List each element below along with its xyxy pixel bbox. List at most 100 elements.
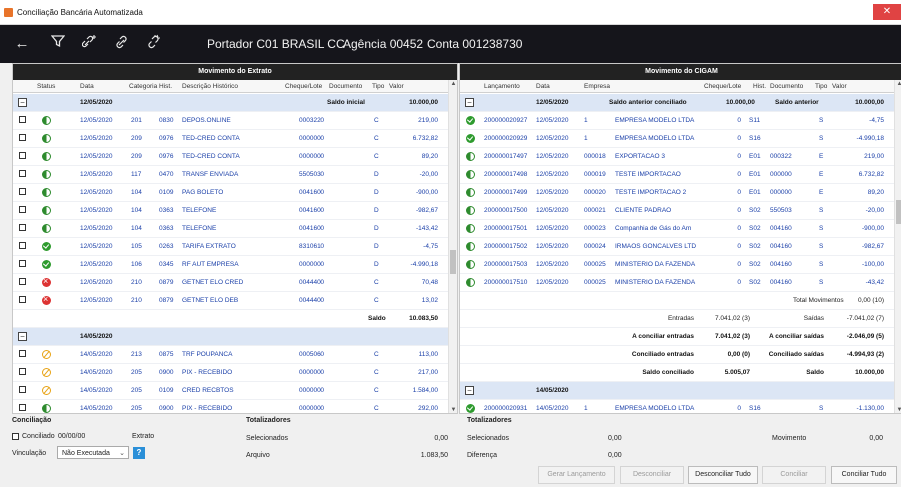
- close-button[interactable]: ✕: [873, 4, 901, 20]
- scroll-thumb[interactable]: [450, 250, 456, 274]
- conciliar-tudo-button[interactable]: Conciliar Tudo: [831, 466, 897, 484]
- row-checkbox[interactable]: [19, 296, 26, 303]
- col-valor[interactable]: Valor: [832, 83, 847, 90]
- col-empresa[interactable]: Empresa: [584, 83, 610, 90]
- scroll-up-icon[interactable]: ▲: [895, 80, 901, 89]
- row-checkbox[interactable]: [19, 170, 26, 177]
- table-row[interactable]: 14/05/2020 205 0900 PIX - RECEBIDO 0 000000 C 2…: [13, 364, 457, 382]
- scroll-down-icon[interactable]: ▼: [449, 406, 457, 413]
- vinculacao-select[interactable]: Não Executada ⌄: [57, 446, 129, 459]
- table-row[interactable]: 14/05/2020 205 0109 CRED RECBTOS 0 000000 C 1.5…: [13, 382, 457, 400]
- row-hist: S02: [749, 207, 761, 214]
- table-row[interactable]: 200000017499 12/05/2020 000020 TESTE IMPORT…: [460, 184, 901, 202]
- link-icon[interactable]: [112, 34, 132, 54]
- col-documento[interactable]: Documento: [329, 83, 362, 90]
- table-row[interactable]: 200000017500 12/05/2020 000021 CLIENTE PADR…: [460, 202, 901, 220]
- desconciliar-tudo-button[interactable]: Desconciliar Tudo: [688, 466, 758, 484]
- col-cheque[interactable]: Cheque/Lote: [285, 83, 322, 90]
- col-hist[interactable]: Hist.: [159, 83, 172, 90]
- row-documento: 004440: [299, 297, 321, 304]
- col-data[interactable]: Data: [536, 83, 550, 90]
- table-row[interactable]: 12/05/2020 201 0830 DEPOS.ONLINE 0 000322 C 219…: [13, 112, 457, 130]
- table-row[interactable]: 14/05/2020 213 0875 TRF POUPANCA 0 000506 C 113…: [13, 346, 457, 364]
- back-arrow-icon[interactable]: ←: [12, 34, 32, 54]
- table-row[interactable]: 12/05/20202100879GETNET ELO DEB0004440C1…: [13, 292, 457, 310]
- row-categoria: 205: [131, 369, 142, 376]
- table-row[interactable]: 14/05/2020 205 0900 PIX - RECEBIDO 0 000000 C 2…: [13, 400, 457, 413]
- table-row[interactable]: 12/05/2020 104 0363 TELEFONE 0 004160 D -143,42: [13, 220, 457, 238]
- col-tipo[interactable]: Tipo: [815, 83, 827, 90]
- collapse-toggle[interactable]: −: [465, 98, 474, 107]
- collapse-toggle[interactable]: −: [465, 386, 474, 395]
- col-valor[interactable]: Valor: [389, 83, 404, 90]
- table-row[interactable]: 12/05/20202100879GETNET ELO CRED0004440C…: [13, 274, 457, 292]
- table-row[interactable]: 200000020929 12/05/2020 1 EMPRESA MODELO LT…: [460, 130, 901, 148]
- col-status[interactable]: Status: [37, 83, 55, 90]
- row-checkbox[interactable]: [19, 260, 26, 267]
- col-descricao[interactable]: Descrição Histórico: [182, 83, 238, 90]
- table-row[interactable]: 12/05/2020 104 0363 TELEFONE 0 004160 D -982,67: [13, 202, 457, 220]
- entradas-saidas: Entradas 7.041,02 (3) Saídas -7.041,02 (7): [460, 310, 901, 328]
- table-row[interactable]: 200000017497 12/05/2020 000018 EXPORTACAO 3…: [460, 148, 901, 166]
- link-plus-icon[interactable]: [80, 34, 100, 54]
- row-checkbox[interactable]: [19, 386, 26, 393]
- table-row[interactable]: 200000020931 14/05/2020 1 EMPRESA MODELO LT…: [460, 400, 901, 413]
- row-valor: -982,67: [861, 243, 884, 250]
- row-checkbox[interactable]: [19, 206, 26, 213]
- date-group-row[interactable]: − 12/05/2020 Saldo anterior conciliado 10.0…: [460, 94, 901, 112]
- scroll-down-icon[interactable]: ▼: [895, 406, 901, 413]
- collapse-toggle[interactable]: −: [18, 98, 27, 107]
- row-checkbox[interactable]: [19, 134, 26, 141]
- date-group-row[interactable]: − 12/05/2020 Saldo inicial 10.000,00: [13, 94, 457, 112]
- row-documento: 000000: [299, 135, 321, 142]
- date-group-row[interactable]: − 14/05/2020: [13, 328, 457, 346]
- table-row[interactable]: 200000017502 12/05/2020 000024 IRMAOS GONCA…: [460, 238, 901, 256]
- scroll-thumb[interactable]: [896, 200, 901, 224]
- unlink-icon[interactable]: [144, 34, 164, 54]
- row-tipo: C: [374, 369, 379, 376]
- conciliado-checkbox[interactable]: [12, 433, 19, 440]
- conciliar-button[interactable]: Conciliar: [762, 466, 826, 484]
- row-checkbox[interactable]: [19, 242, 26, 249]
- col-documento[interactable]: Documento: [770, 83, 803, 90]
- window-title: Conciliação Bancária Automatizada: [17, 8, 143, 17]
- cigam-scrollbar[interactable]: ▲ ▼: [894, 80, 901, 413]
- table-row[interactable]: 12/05/2020 106 0345 RF AUT EMPRESA 0 000000 D -…: [13, 256, 457, 274]
- table-row[interactable]: 12/05/2020 117 0470 TRANSF ENVIADA 0 550503 D -…: [13, 166, 457, 184]
- scroll-up-icon[interactable]: ▲: [449, 80, 457, 89]
- row-tipo: S: [819, 135, 824, 142]
- extrato-scrollbar[interactable]: ▲ ▼: [448, 80, 457, 413]
- row-checkbox[interactable]: [19, 404, 26, 411]
- table-row[interactable]: 200000017501 12/05/2020 000023 Companhia de…: [460, 220, 901, 238]
- row-cheque: 0: [737, 243, 741, 250]
- table-row[interactable]: 200000017503 12/05/2020 000025 MINISTERIO D…: [460, 256, 901, 274]
- desconciliar-button[interactable]: Desconciliar: [620, 466, 684, 484]
- row-date: 14/05/2020: [80, 351, 113, 358]
- table-row[interactable]: 200000017498 12/05/2020 000019 TESTE IMPORT…: [460, 166, 901, 184]
- table-row[interactable]: 12/05/2020 209 0976 TED-CRED CONTA 0 000000 C 6…: [13, 130, 457, 148]
- check-circle-icon: [42, 242, 51, 251]
- collapse-toggle[interactable]: −: [18, 332, 27, 341]
- row-checkbox[interactable]: [19, 350, 26, 357]
- date-group-row[interactable]: − 14/05/2020: [460, 382, 901, 400]
- row-checkbox[interactable]: [19, 116, 26, 123]
- col-categoria[interactable]: Categoria: [129, 83, 157, 90]
- row-checkbox[interactable]: [19, 278, 26, 285]
- col-cheque[interactable]: Cheque/Lote: [704, 83, 741, 90]
- col-data[interactable]: Data: [80, 83, 94, 90]
- filter-icon[interactable]: [48, 34, 68, 54]
- col-lancamento[interactable]: Lançamento: [484, 83, 520, 90]
- row-checkbox[interactable]: [19, 368, 26, 375]
- table-row[interactable]: 200000020927 12/05/2020 1 EMPRESA MODELO LT…: [460, 112, 901, 130]
- col-hist[interactable]: Hist.: [753, 83, 766, 90]
- table-row[interactable]: 12/05/2020 104 0109 PAG BOLETO 0 004160 D -900,…: [13, 184, 457, 202]
- col-tipo[interactable]: Tipo: [372, 83, 384, 90]
- row-checkbox[interactable]: [19, 224, 26, 231]
- table-row[interactable]: 12/05/2020 209 0976 TED-CRED CONTA 0 000000 C 8…: [13, 148, 457, 166]
- help-icon[interactable]: ?: [133, 447, 145, 459]
- row-checkbox[interactable]: [19, 152, 26, 159]
- table-row[interactable]: 12/05/2020 105 0263 TARIFA EXTRATO 0 831061 D -…: [13, 238, 457, 256]
- row-checkbox[interactable]: [19, 188, 26, 195]
- gerar-lancamento-button[interactable]: Gerar Lançamento: [538, 466, 615, 484]
- table-row[interactable]: 200000017510 12/05/2020 000025 MINISTERIO D…: [460, 274, 901, 292]
